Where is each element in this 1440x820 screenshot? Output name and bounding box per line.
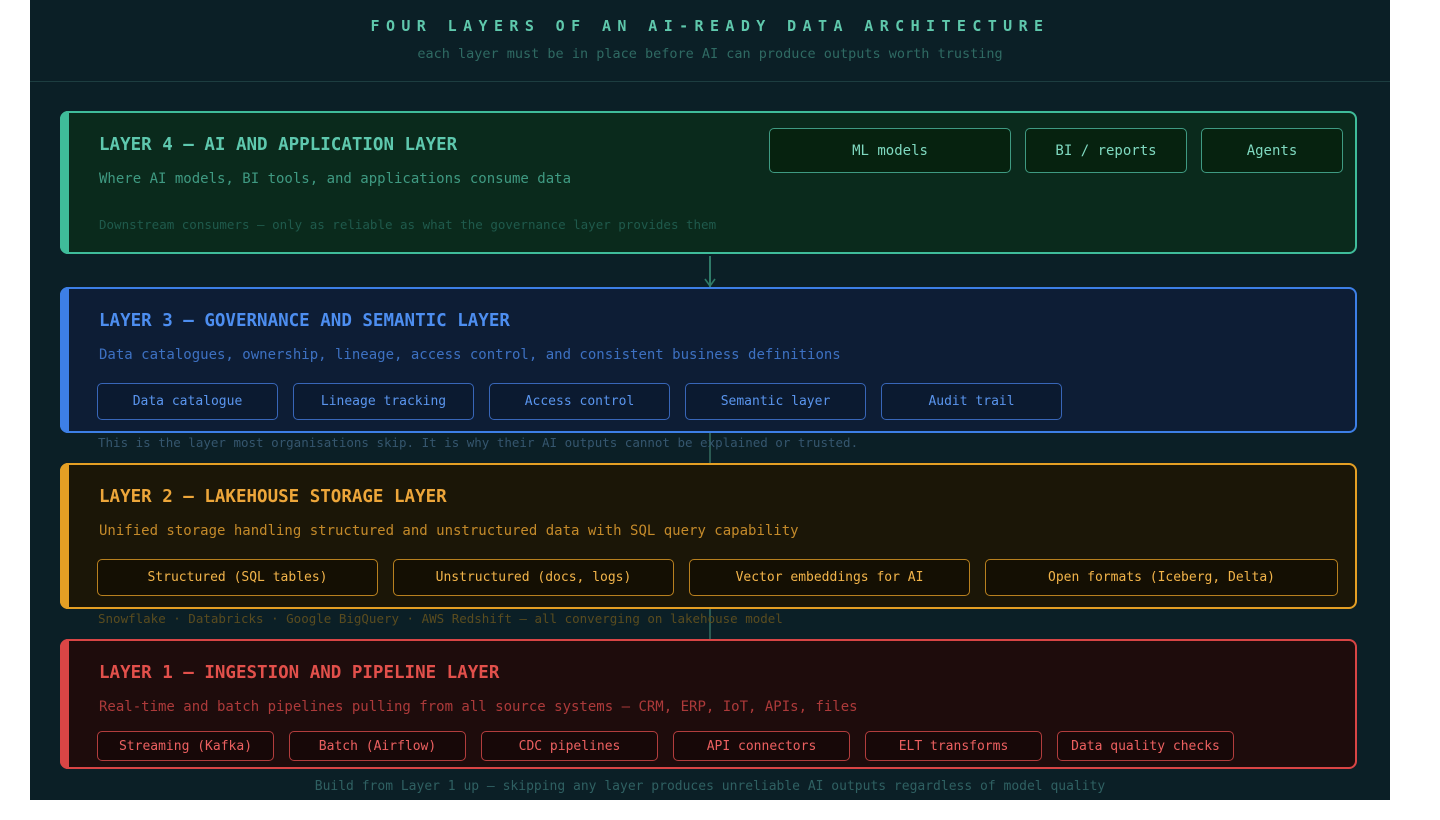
chip-data-catalogue: Data catalogue	[97, 383, 278, 420]
diagram-subtitle: each layer must be in place before AI ca…	[417, 46, 1003, 62]
chip-data-quality-checks: Data quality checks	[1057, 731, 1234, 761]
layer-description: Unified storage handling structured and …	[99, 523, 799, 539]
layer-2-box: LAYER 2 — LAKEHOUSE STORAGE LAYER Unifie…	[60, 463, 1357, 609]
layer-description: Real-time and batch pipelines pulling fr…	[99, 699, 858, 715]
layer-title: LAYER 1 — INGESTION AND PIPELINE LAYER	[99, 663, 500, 683]
chip-api-connectors: API connectors	[673, 731, 850, 761]
diagram-header: FOUR LAYERS OF AN AI-READY DATA ARCHITEC…	[30, 0, 1390, 82]
chip-cdc-pipelines: CDC pipelines	[481, 731, 658, 761]
chip-open-formats: Open formats (Iceberg, Delta)	[985, 559, 1338, 596]
layer-accent-bar	[60, 463, 69, 609]
layer-4-box: LAYER 4 — AI AND APPLICATION LAYER Where…	[60, 111, 1357, 254]
layer-accent-bar	[60, 287, 69, 433]
chip-semantic-layer: Semantic layer	[685, 383, 866, 420]
layer-1-box: LAYER 1 — INGESTION AND PIPELINE LAYER R…	[60, 639, 1357, 769]
layer-3-box: LAYER 3 — GOVERNANCE AND SEMANTIC LAYER …	[60, 287, 1357, 433]
diagram-footer: Build from Layer 1 up — skipping any lay…	[314, 779, 1106, 794]
diagram-panel: FOUR LAYERS OF AN AI-READY DATA ARCHITEC…	[30, 0, 1390, 800]
chip-vector-embeddings: Vector embeddings for AI	[689, 559, 970, 596]
chip-lineage-tracking: Lineage tracking	[293, 383, 474, 420]
chip-unstructured: Unstructured (docs, logs)	[393, 559, 674, 596]
chip-bi-reports: BI / reports	[1025, 128, 1187, 173]
chip-elt-transforms: ELT transforms	[865, 731, 1042, 761]
chip-agents: Agents	[1201, 128, 1343, 173]
chip-access-control: Access control	[489, 383, 670, 420]
layer-note: Downstream consumers — only as reliable …	[99, 217, 717, 232]
layer-3-callout: This is the layer most organisations ski…	[98, 435, 859, 450]
layer-description: Where AI models, BI tools, and applicati…	[99, 171, 572, 187]
layer-accent-bar	[60, 639, 69, 769]
chip-structured: Structured (SQL tables)	[97, 559, 378, 596]
layer-title: LAYER 2 — LAKEHOUSE STORAGE LAYER	[99, 487, 447, 507]
diagram-title: FOUR LAYERS OF AN AI-READY DATA ARCHITEC…	[370, 17, 1050, 35]
layer-title: LAYER 3 — GOVERNANCE AND SEMANTIC LAYER	[99, 311, 510, 331]
layer-description: Data catalogues, ownership, lineage, acc…	[99, 347, 841, 363]
layer-2-vendors: Snowflake · Databricks · Google BigQuery…	[98, 611, 783, 626]
layer-title: LAYER 4 — AI AND APPLICATION LAYER	[99, 135, 458, 155]
chip-batch: Batch (Airflow)	[289, 731, 466, 761]
chip-audit-trail: Audit trail	[881, 383, 1062, 420]
chip-ml-models: ML models	[769, 128, 1011, 173]
layer-accent-bar	[60, 111, 69, 254]
chip-streaming: Streaming (Kafka)	[97, 731, 274, 761]
